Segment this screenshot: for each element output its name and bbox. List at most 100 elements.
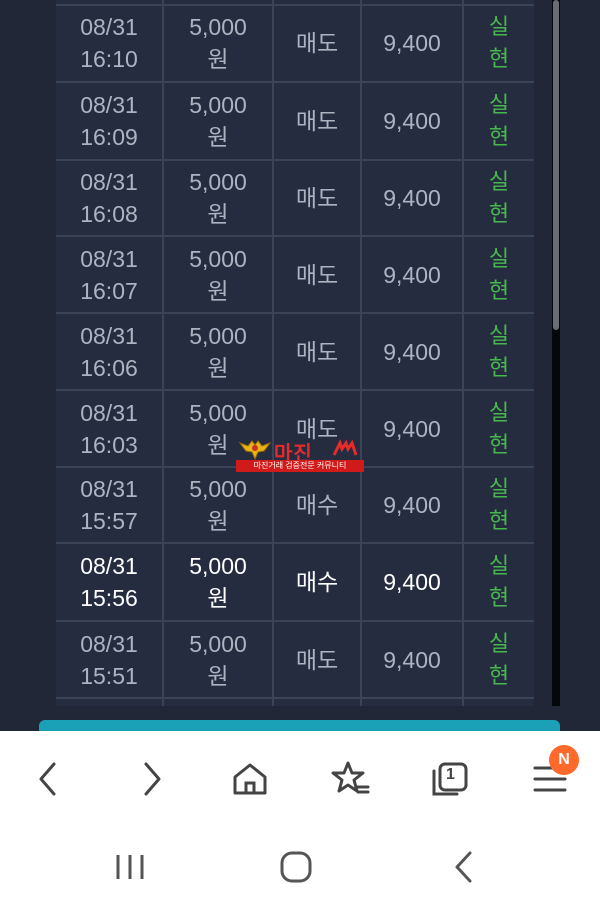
- home-button[interactable]: [220, 753, 280, 805]
- status-text: 실: [488, 245, 510, 271]
- date-text: 08/31: [80, 630, 138, 657]
- tabs-button[interactable]: 1: [420, 753, 480, 805]
- status-text: 현: [488, 662, 510, 688]
- status-text: 현: [488, 585, 510, 610]
- browser-toolbar: 1: [0, 731, 600, 823]
- date-text: 08/31: [80, 399, 138, 426]
- status-cell: 실 현: [464, 4, 534, 81]
- price-cell: 9,400: [383, 415, 441, 442]
- unit-text: 원: [207, 585, 229, 611]
- status-cell: 실 현: [464, 314, 534, 389]
- home-square-icon: [280, 851, 312, 883]
- unit-text: 원: [207, 124, 229, 150]
- amount-cell: 5,000 원: [164, 314, 272, 389]
- amount-text: 5,000: [189, 92, 247, 118]
- price-cell: 9,400: [383, 569, 441, 595]
- price-cell: 9,400: [383, 29, 441, 56]
- type-cell: 매수: [295, 569, 339, 595]
- status-text: 현: [488, 508, 510, 533]
- amount-cell: 5,000 원: [164, 161, 272, 235]
- date-text: 08/31: [80, 13, 138, 40]
- time-text: 16:10: [80, 45, 138, 72]
- forward-button[interactable]: [122, 753, 182, 805]
- status-text: 현: [488, 124, 510, 149]
- chevron-right-icon: [144, 762, 161, 796]
- time-cell: 08/31 16:08: [56, 161, 162, 235]
- unit-text: 원: [207, 431, 229, 458]
- tabs-count: 1: [446, 766, 455, 783]
- unit-text: 원: [207, 45, 229, 72]
- type-cell: 매수: [295, 492, 339, 518]
- row-divider: [56, 697, 534, 699]
- recent-apps-icon: [116, 855, 144, 879]
- star-list-icon: [331, 761, 370, 794]
- status-cell: 실 현: [464, 83, 534, 159]
- price-cell: 9,400: [383, 185, 441, 211]
- amount-cell: 5,000 원: [164, 4, 272, 81]
- amount-cell: 5,000 원: [164, 622, 272, 697]
- time-cell: 08/31 15:57: [56, 468, 162, 542]
- time-cell: 08/31 16:03: [56, 391, 162, 466]
- status-cell: 실 현: [464, 544, 534, 620]
- type-cell: 매도: [295, 261, 339, 288]
- time-cell: 08/31 15:56: [56, 544, 162, 620]
- type-cell: 매도: [295, 29, 339, 56]
- type-cell: 매도: [295, 646, 339, 673]
- unit-text: 원: [207, 508, 229, 534]
- date-text: 08/31: [80, 245, 138, 272]
- scrollbar-thumb[interactable]: [553, 0, 559, 330]
- type-cell: 매도: [295, 108, 339, 134]
- bookmarks-button[interactable]: [320, 753, 380, 805]
- system-back-button[interactable]: [444, 847, 484, 887]
- status-text: 실: [488, 553, 510, 578]
- status-cell: 실 현: [464, 237, 534, 312]
- date-text: 08/31: [80, 476, 138, 502]
- status-cell: 실 현: [464, 468, 534, 542]
- type-cell: 매도: [295, 338, 339, 365]
- status-text: 실: [488, 322, 510, 348]
- time-cell: 08/31 15:51: [56, 622, 162, 697]
- price-cell: 9,400: [383, 338, 441, 365]
- action-button-edge[interactable]: [39, 720, 560, 731]
- time-text: 16:06: [80, 354, 138, 381]
- status-text: 현: [488, 45, 510, 71]
- date-text: 08/31: [80, 169, 138, 195]
- amount-text: 5,000: [189, 553, 247, 579]
- amount-text: 5,000: [189, 476, 247, 502]
- status-cell: 실 현: [464, 391, 534, 466]
- unit-text: 원: [207, 354, 229, 381]
- time-cell: 08/31 16:09: [56, 83, 162, 159]
- status-text: 실: [488, 630, 510, 656]
- time-text: 16:08: [80, 201, 138, 227]
- unit-text: 원: [207, 662, 229, 689]
- amount-text: 5,000: [189, 399, 247, 426]
- date-text: 08/31: [80, 553, 138, 579]
- status-cell: 실 현: [464, 161, 534, 235]
- recent-apps-button[interactable]: [110, 847, 150, 887]
- unit-text: 원: [207, 277, 229, 304]
- status-text: 실: [488, 399, 510, 425]
- system-home-button[interactable]: [276, 847, 316, 887]
- status-text: 실: [488, 169, 510, 194]
- amount-cell: 5,000 원: [164, 237, 272, 312]
- status-text: 실: [488, 13, 510, 39]
- amount-cell: 5,000 원: [164, 83, 272, 159]
- time-cell: 08/31 16:06: [56, 314, 162, 389]
- status-text: 실: [488, 92, 510, 117]
- chevron-left-icon: [39, 762, 56, 796]
- home-icon: [233, 763, 267, 795]
- status-text: 현: [488, 277, 510, 303]
- date-text: 08/31: [80, 322, 138, 349]
- status-text: 현: [488, 201, 510, 226]
- time-cell: 08/31 16:07: [56, 237, 162, 312]
- watermark-mark-icon: [332, 439, 358, 456]
- amount-text: 5,000: [189, 13, 247, 40]
- unit-text: 원: [207, 201, 229, 227]
- watermark-subtitle: 마진거래 검증전문 커뮤니티: [236, 460, 364, 472]
- amount-text: 5,000: [189, 322, 247, 349]
- time-text: 15:57: [80, 508, 138, 534]
- back-button[interactable]: [18, 753, 78, 805]
- time-text: 15:56: [80, 585, 138, 611]
- price-cell: 9,400: [383, 646, 441, 673]
- date-text: 08/31: [80, 92, 138, 118]
